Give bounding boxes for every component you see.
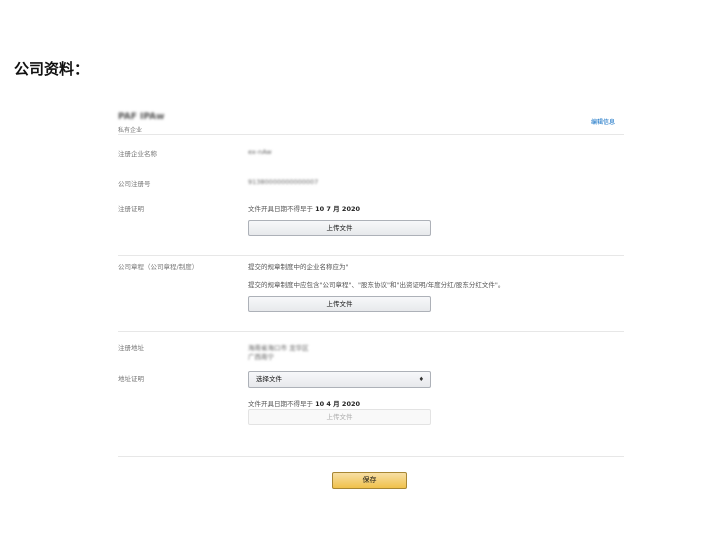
divider <box>118 456 624 457</box>
address-proof-note-date: 10 4 月 2020 <box>315 400 361 408</box>
address-proof-select-value: 选择文件 <box>256 375 282 383</box>
registration-number-label: 公司注册号 <box>118 180 151 188</box>
registration-number-value: 91380000000000007 <box>248 178 319 186</box>
divider <box>118 331 624 332</box>
page-title: 公司资料： <box>14 60 90 78</box>
registration-proof-note: 文件开具日期不得早于 10 7 月 2020 <box>248 203 360 213</box>
registration-proof-note-prefix: 文件开具日期不得早于 <box>248 205 313 213</box>
save-button[interactable]: 保存 <box>332 472 407 489</box>
divider <box>118 255 624 256</box>
company-type: 私有企业 <box>118 127 143 134</box>
upload-registration-proof-button[interactable]: 上传文件 <box>248 220 431 236</box>
registered-address-line2: 广西南宁 <box>248 353 274 361</box>
address-proof-file-select[interactable]: 选择文件 ♦ <box>248 371 431 388</box>
dropdown-arrow-icon: ♦ <box>418 376 424 383</box>
articles-label: 公司章程（公司章程/制度） <box>118 263 199 271</box>
address-proof-note-prefix: 文件开具日期不得早于 <box>248 400 313 408</box>
address-proof-note: 文件开具日期不得早于 10 4 月 2020 <box>248 398 360 408</box>
articles-note-2: 提交的规章制度中应包含"公司章程"、"股东协议"和"出资证明/年度分红/股东分红… <box>248 281 505 289</box>
registration-proof-label: 注册证明 <box>118 205 144 213</box>
divider <box>118 134 624 135</box>
registered-name-label: 注册企业名称 <box>118 150 157 158</box>
address-proof-label: 地址证明 <box>118 375 144 383</box>
company-name: PAF IPAw <box>118 112 165 122</box>
registered-address-label: 注册地址 <box>118 344 144 352</box>
edit-info-link[interactable]: 编辑信息 <box>591 117 615 126</box>
upload-articles-button[interactable]: 上传文件 <box>248 296 431 312</box>
articles-note-1: 提交的规章制度中的企业名称应为" <box>248 263 349 271</box>
registration-proof-note-date: 10 7 月 2020 <box>315 205 361 213</box>
upload-address-proof-button[interactable]: 上传文件 <box>248 409 431 425</box>
registered-name-value: ex-nAw <box>248 148 272 156</box>
